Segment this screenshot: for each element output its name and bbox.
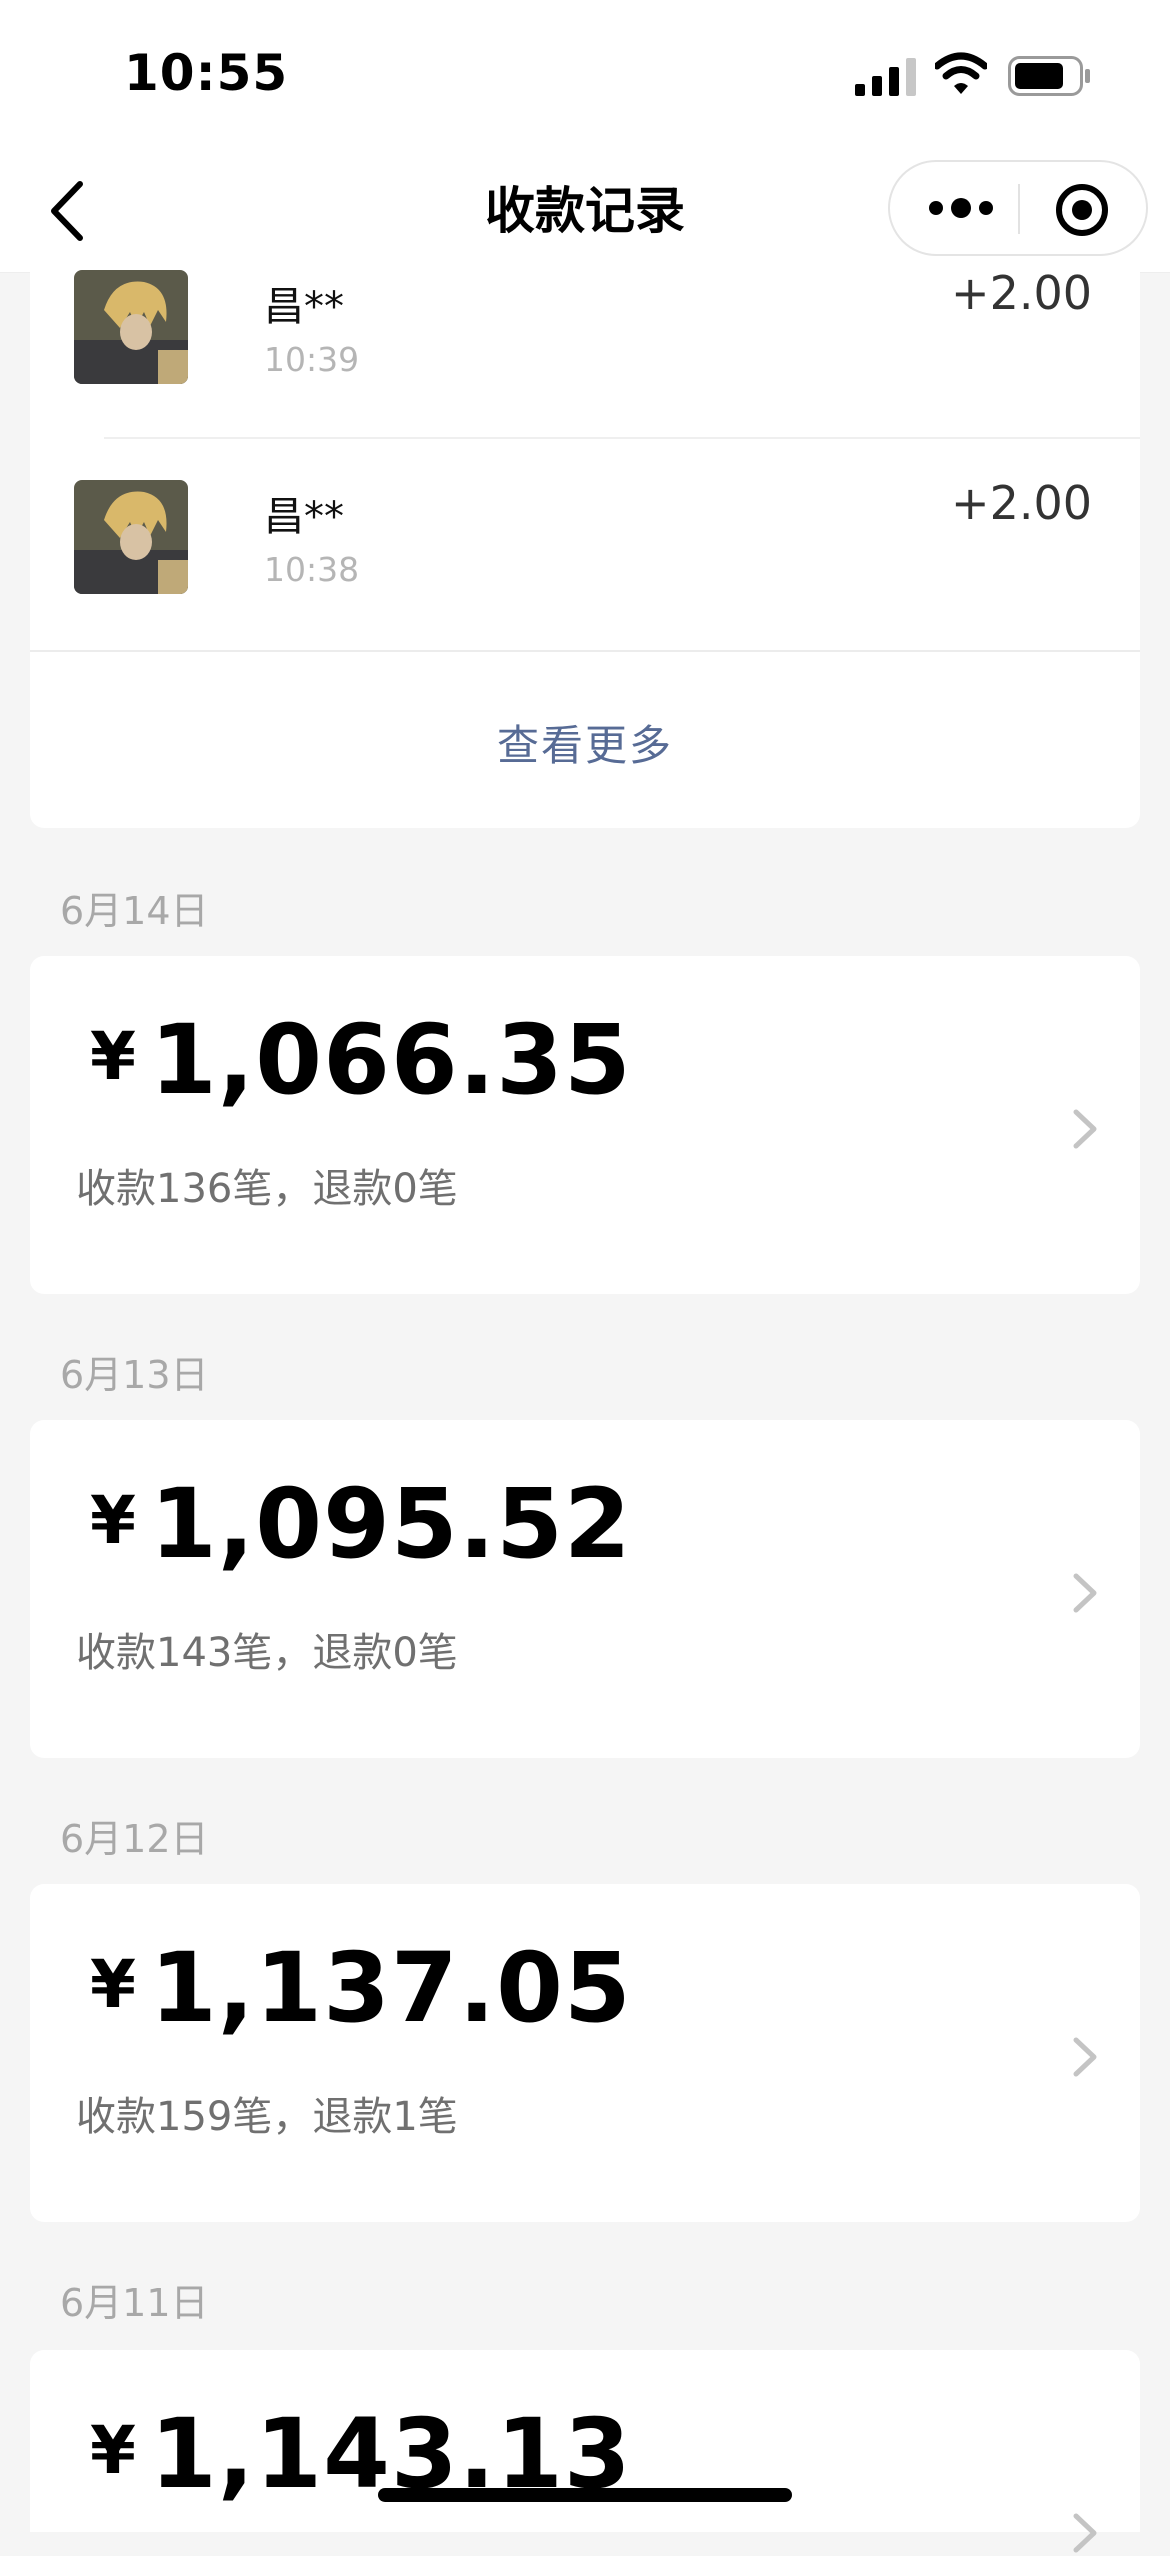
daily-count: 收款143笔，退款0笔 — [76, 1630, 458, 1676]
currency-symbol: ¥ — [90, 1946, 136, 2023]
more-dots-icon[interactable] — [926, 188, 996, 228]
currency-symbol: ¥ — [90, 1482, 136, 1559]
wifi-icon — [935, 52, 987, 94]
transaction-list: 昌** 10:39 +2.00 昌** 10:38 +2.00 查看更多 — [30, 266, 1140, 828]
home-indicator[interactable] — [378, 2488, 792, 2502]
chevron-right-icon — [1073, 1573, 1097, 1613]
list-item[interactable]: 昌** 10:38 +2.00 — [74, 472, 1140, 662]
daily-summary-card[interactable]: ¥ 1,143.13 — [30, 2350, 1140, 2553]
row-divider — [104, 437, 1140, 439]
chevron-right-icon — [1073, 1109, 1097, 1149]
battery-icon — [1008, 56, 1090, 96]
date-header: 6月11日 — [60, 2281, 209, 2325]
avatar — [74, 270, 188, 384]
date-header: 6月14日 — [60, 889, 209, 933]
chevron-right-icon — [1073, 2037, 1097, 2077]
daily-summary-card[interactable]: ¥ 1,066.35 收款136笔，退款0笔 — [30, 956, 1140, 1294]
mini-program-capsule — [888, 160, 1148, 256]
daily-summary-card[interactable]: ¥ 1,137.05 收款159笔，退款1笔 — [30, 1884, 1140, 2222]
date-header: 6月12日 — [60, 1817, 209, 1861]
chevron-right-icon — [1073, 2513, 1097, 2553]
payer-name: 昌** — [264, 494, 344, 540]
daily-summary-card[interactable]: ¥ 1,095.52 收款143笔，退款0笔 — [30, 1420, 1140, 1758]
payer-name: 昌** — [264, 284, 344, 330]
daily-total: 1,095.52 — [150, 1468, 632, 1580]
list-divider — [30, 650, 1140, 652]
target-icon[interactable] — [1054, 182, 1110, 238]
capsule-divider — [1018, 184, 1020, 234]
daily-count: 收款159笔，退款1笔 — [76, 2094, 458, 2140]
list-item[interactable]: 昌** 10:39 +2.00 — [74, 262, 1140, 452]
payment-time: 10:39 — [264, 340, 360, 379]
date-header: 6月13日 — [60, 1353, 209, 1397]
currency-symbol: ¥ — [90, 2412, 136, 2489]
nav-bar: 收款记录 — [0, 150, 1170, 273]
signal-icon — [855, 58, 916, 96]
currency-symbol: ¥ — [90, 1018, 136, 1095]
daily-total: 1,066.35 — [150, 1004, 632, 1116]
payment-amount: +2.00 — [951, 476, 1092, 530]
payment-amount: +2.00 — [951, 266, 1092, 320]
daily-count: 收款136笔，退款0笔 — [76, 1166, 458, 1212]
payment-time: 10:38 — [264, 550, 360, 589]
avatar — [74, 480, 188, 594]
view-more-link[interactable]: 查看更多 — [30, 712, 1140, 773]
status-time: 10:55 — [124, 44, 289, 102]
status-bar: 10:55 — [0, 0, 1170, 150]
daily-total: 1,137.05 — [150, 1932, 632, 2044]
